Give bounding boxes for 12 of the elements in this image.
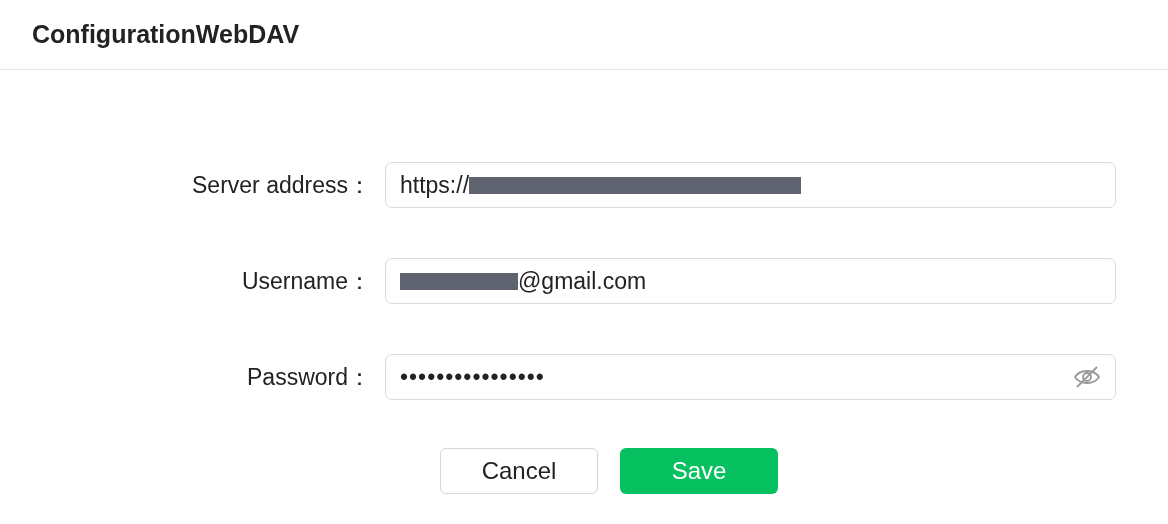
hidden-eye-icon[interactable]: [1073, 365, 1101, 389]
field-label: Server address：: [191, 170, 372, 200]
input-field[interactable]: https://: [385, 162, 1116, 208]
field-value: ••••••••••••••••: [400, 363, 545, 391]
field-value: @gmail.com: [518, 267, 647, 295]
field-value: https://: [400, 171, 470, 199]
field-label: Username：: [240, 266, 372, 296]
input-field[interactable]: ••••••••••••••••: [385, 354, 1116, 400]
dialog-title: ConfigurationWebDAV: [32, 20, 300, 49]
cancel-button[interactable]: Cancel: [440, 448, 598, 494]
field-label: Password：: [246, 362, 372, 392]
input-field[interactable]: @gmail.com: [385, 258, 1116, 304]
